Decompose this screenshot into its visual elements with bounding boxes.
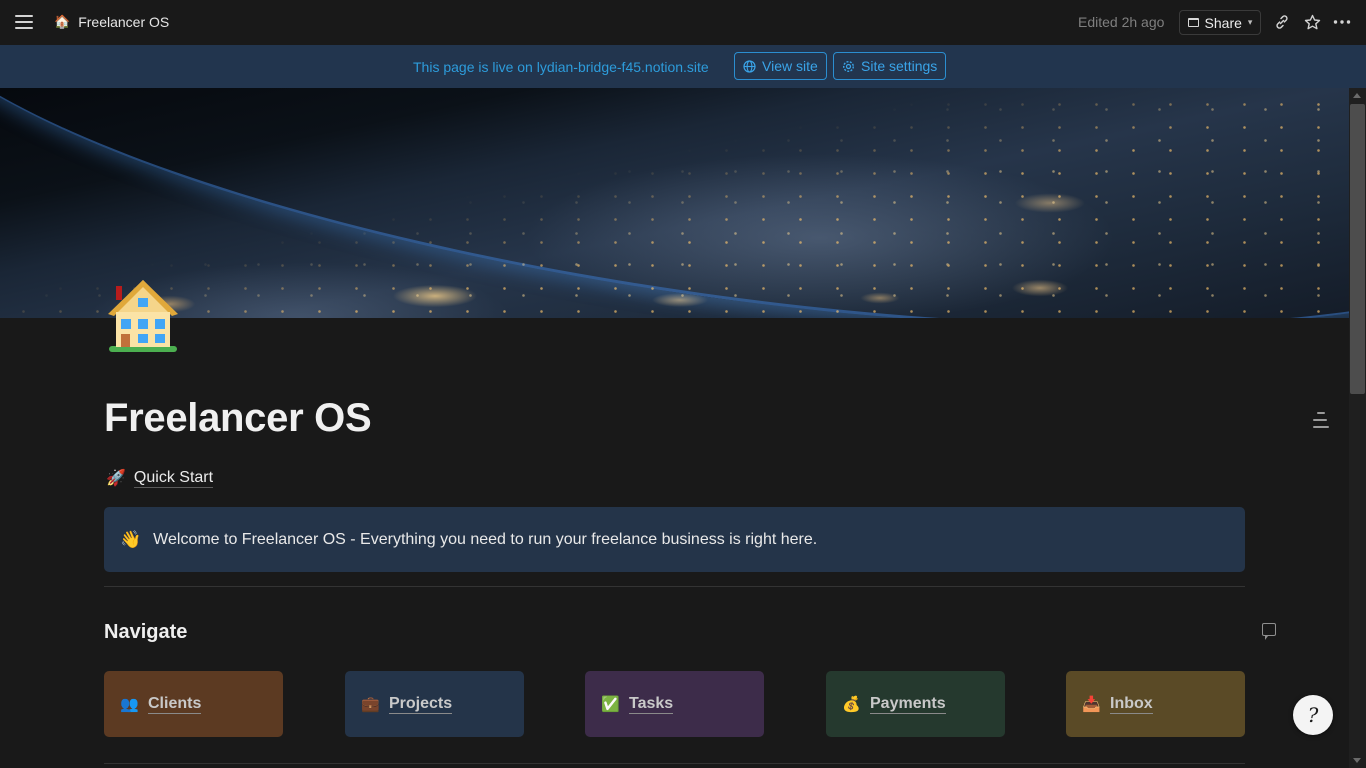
callout-text: Welcome to Freelancer OS - Everything yo… <box>153 530 818 548</box>
star-icon[interactable] <box>1301 11 1323 33</box>
nav-card-label: Tasks <box>629 694 674 714</box>
site-settings-button[interactable]: Site settings <box>833 52 947 80</box>
divider <box>104 586 1245 587</box>
nav-card-inbox[interactable]: 📥 Inbox <box>1066 671 1245 737</box>
live-site-banner: This page is live on lydian-bridge-f45.n… <box>0 45 1366 88</box>
window-icon <box>1187 18 1199 27</box>
briefcase-icon: 💼 <box>361 696 380 713</box>
help-button[interactable]: ? <box>1293 695 1333 735</box>
nav-card-projects[interactable]: 💼 Projects <box>345 671 524 737</box>
city-lights <box>0 88 1349 318</box>
scroll-thumb[interactable] <box>1350 104 1365 394</box>
top-bar: 🏠 Freelancer OS Edited 2h ago Share ▾ <box>0 0 1366 45</box>
checkmark-icon: ✅ <box>601 696 620 713</box>
banner-text: This page is live on lydian-bridge-f45.n… <box>413 59 709 75</box>
page-title[interactable]: Freelancer OS <box>104 396 372 441</box>
money-bag-icon: 💰 <box>842 696 861 713</box>
view-site-label: View site <box>762 58 818 74</box>
chevron-down-icon: ▾ <box>1247 17 1253 27</box>
welcome-callout: 👋 Welcome to Freelancer OS - Everything … <box>104 507 1245 572</box>
globe-icon <box>743 59 756 73</box>
site-settings-label: Site settings <box>861 58 938 74</box>
waving-hand-icon: 👋 <box>120 529 142 549</box>
scroll-up-arrow[interactable] <box>1353 93 1361 98</box>
people-icon: 👥 <box>120 696 139 713</box>
help-icon: ? <box>1307 703 1319 727</box>
rocket-icon: 🚀 <box>106 470 126 487</box>
gear-icon <box>842 60 855 72</box>
nav-card-label: Clients <box>148 694 202 714</box>
share-label: Share <box>1204 14 1242 31</box>
nav-card-label: Payments <box>870 694 946 714</box>
more-options-icon[interactable] <box>1331 11 1353 33</box>
nav-card-label: Projects <box>389 694 453 714</box>
inbox-tray-icon: 📥 <box>1082 696 1101 713</box>
cover-image[interactable] <box>0 88 1349 318</box>
house-icon: 🏠 <box>54 14 71 29</box>
quick-start-label: Quick Start <box>133 469 214 488</box>
comment-icon[interactable] <box>1262 623 1276 640</box>
quick-start-link[interactable]: 🚀 Quick Start <box>106 468 214 488</box>
nav-card-clients[interactable]: 👥 Clients <box>104 671 283 737</box>
page-scrollbar[interactable] <box>1349 88 1366 768</box>
nav-card-payments[interactable]: 💰 Payments <box>826 671 1005 737</box>
nav-card-label: Inbox <box>1110 694 1153 714</box>
copy-link-icon[interactable] <box>1271 11 1293 33</box>
table-of-contents-icon[interactable] <box>1312 411 1330 429</box>
nav-card-tasks[interactable]: ✅ Tasks <box>585 671 764 737</box>
breadcrumb-page[interactable]: 🏠 Freelancer OS <box>50 11 173 33</box>
divider <box>104 763 1245 764</box>
scroll-down-arrow[interactable] <box>1353 758 1361 763</box>
edited-timestamp: Edited 2h ago <box>1078 14 1165 30</box>
sidebar-toggle-icon[interactable] <box>14 12 34 32</box>
page-icon-house[interactable] <box>106 276 180 354</box>
view-site-button[interactable]: View site <box>734 52 827 80</box>
share-button[interactable]: Share ▾ <box>1179 10 1261 35</box>
navigate-heading: Navigate <box>104 621 188 643</box>
breadcrumb-label: Freelancer OS <box>78 14 170 30</box>
